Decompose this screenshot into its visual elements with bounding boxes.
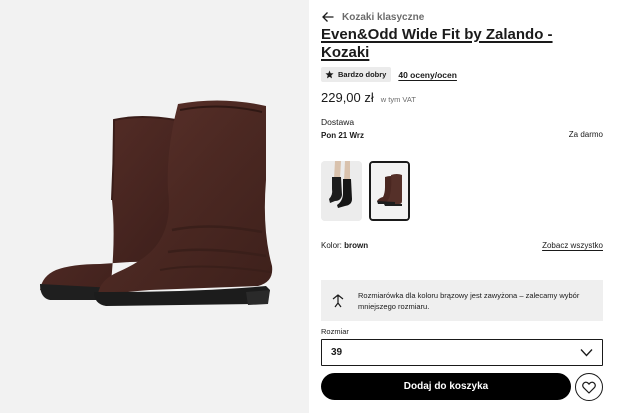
swatch-black-image (321, 161, 362, 221)
size-notice-text: Rozmiarówka dla koloru brązowy jest zawy… (358, 290, 580, 311)
star-icon (325, 70, 334, 79)
color-row: Kolor: brown Zobacz wszystko (321, 241, 603, 253)
add-to-cart-button[interactable]: Dodaj do koszyka (321, 373, 571, 400)
color-swatches (321, 161, 410, 221)
heart-icon (582, 381, 596, 394)
product-image[interactable] (0, 0, 309, 413)
delivery-cost: Za darmo (568, 130, 603, 139)
delivery-date: Pon 21 Wrz (321, 131, 364, 140)
swatch-brown-image (371, 163, 408, 219)
see-all-link[interactable]: Zobacz wszystko (542, 241, 603, 250)
vat-note: w tym VAT (380, 95, 416, 104)
color-value: brown (344, 241, 369, 250)
size-value: 39 (331, 347, 343, 358)
breadcrumb[interactable]: Kozaki klasyczne (321, 9, 424, 25)
rating-badge: Bardzo dobry (321, 67, 392, 82)
color-label-text: Kolor: (321, 241, 342, 250)
wishlist-button[interactable] (575, 373, 603, 401)
size-select[interactable]: 39 (321, 339, 603, 366)
arrow-left-icon[interactable] (321, 10, 335, 24)
color-swatch-brown[interactable] (369, 161, 410, 221)
rating-badge-label: Bardzo dobry (338, 70, 387, 79)
boots-illustration (40, 100, 273, 306)
product-title: Even&Odd Wide Fit by Zalando - Kozaki (321, 26, 603, 62)
product-title-text[interactable]: Even&Odd Wide Fit by Zalando - Kozaki (321, 26, 553, 61)
product-details-panel: Kozaki klasyczne Even&Odd Wide Fit by Za… (321, 0, 603, 413)
delivery-label: Dostawa (321, 117, 355, 127)
size-notice: Rozmiarówka dla koloru brązowy jest zawy… (321, 280, 603, 321)
price: 229,00 zł (321, 90, 374, 105)
reviews-link[interactable]: 40 oceny/ocen (398, 70, 457, 80)
chevron-down-icon (580, 349, 593, 357)
rating-row: Bardzo dobry 40 oceny/ocen (321, 67, 457, 82)
breadcrumb-label[interactable]: Kozaki klasyczne (342, 12, 424, 23)
color-label: Kolor: brown (321, 241, 368, 250)
ruler-icon (332, 293, 344, 307)
price-row: 229,00 zł w tym VAT (321, 90, 416, 105)
color-swatch-black[interactable] (321, 161, 362, 221)
size-label: Rozmiar (321, 327, 349, 336)
